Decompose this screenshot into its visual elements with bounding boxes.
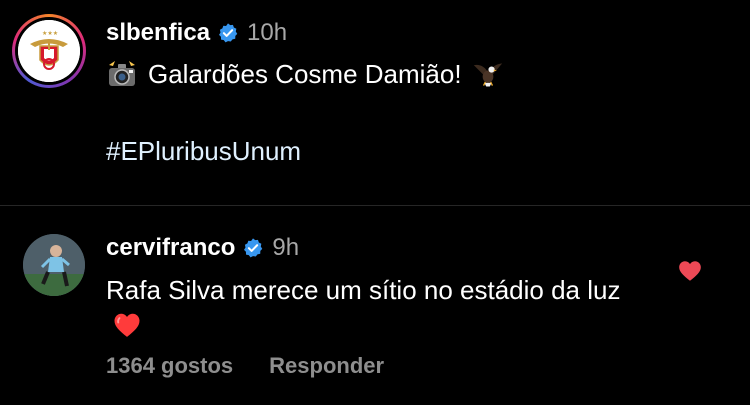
hashtag-link[interactable]: #EPluribusUnum [106, 136, 301, 167]
benfica-crest-icon: ★★★ [18, 20, 80, 82]
user-photo-icon [23, 234, 85, 296]
comment-text-block: Rafa Silva merece um sítio no estádio da… [106, 272, 646, 344]
post-username[interactable]: slbenfica [106, 19, 210, 47]
comment-likes-count[interactable]: 1364 gostos [106, 353, 233, 379]
svg-text:★★★: ★★★ [42, 30, 58, 37]
camera-flash-icon [109, 61, 135, 86]
comment-item: cervifranco 9h Rafa Silva merece um síti… [0, 206, 750, 405]
avatar-slbenfica[interactable]: ★★★ [18, 20, 80, 82]
post-timestamp: 10h [247, 19, 288, 46]
comment-username[interactable]: cervifranco [106, 234, 235, 262]
post-caption: ★★★ slbenfica 10h Galardões Cosme Damião… [0, 0, 750, 205]
comment-timestamp: 9h [272, 234, 300, 261]
red-heart-emoji-icon [114, 313, 140, 337]
reply-button[interactable]: Responder [269, 353, 384, 379]
avatar-cervifranco[interactable] [23, 234, 85, 296]
post-caption-text: Galardões Cosme Damião! [148, 58, 462, 89]
eagle-icon [473, 63, 502, 87]
like-heart-icon[interactable] [677, 258, 703, 284]
verified-badge-icon [244, 238, 263, 258]
comment-text: Rafa Silva merece um sítio no estádio da… [106, 275, 621, 305]
story-ring[interactable]: ★★★ [12, 14, 86, 88]
verified-badge-icon [219, 23, 238, 43]
